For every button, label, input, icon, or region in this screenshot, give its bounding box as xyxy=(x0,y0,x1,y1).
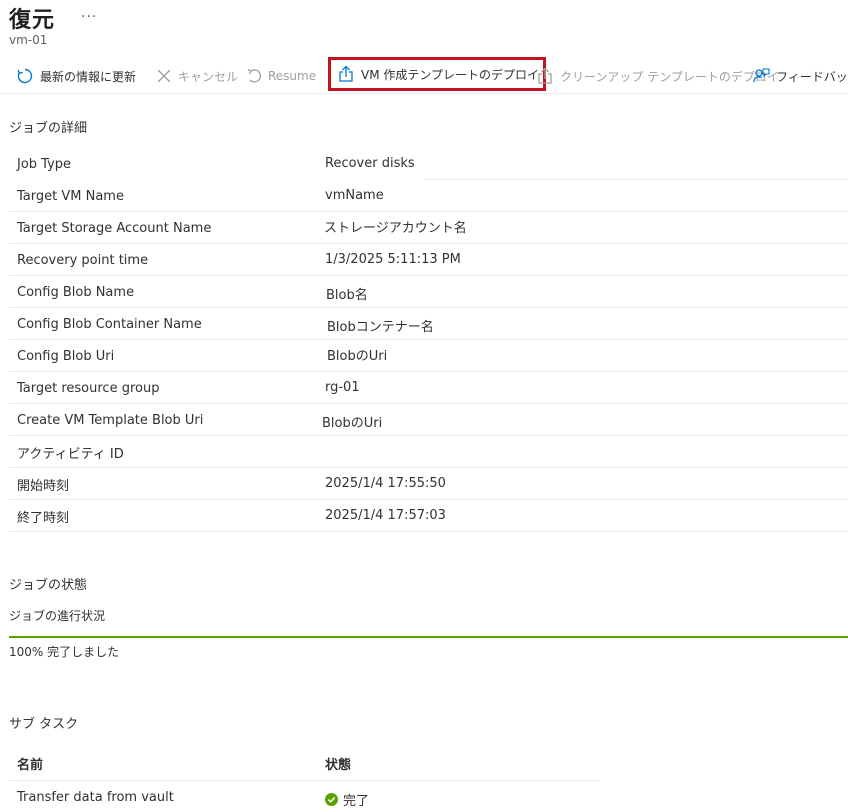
detail-value: vmName xyxy=(325,188,384,203)
deploy-clean-template-label: クリーンアップ テンプレートのデプロイ xyxy=(560,69,779,84)
row-divider xyxy=(9,339,848,340)
row-divider xyxy=(9,499,848,500)
feedback-label: フィードバック xyxy=(776,69,848,84)
sub-tasks-heading: サブ タスク xyxy=(9,717,79,732)
detail-key: 開始時刻 xyxy=(17,478,70,494)
row-divider xyxy=(9,403,848,404)
row-divider xyxy=(9,467,848,468)
detail-key: Target Storage Account Name xyxy=(17,220,212,236)
feedback-icon xyxy=(753,68,770,83)
job-progress-fill xyxy=(9,636,848,638)
cancel-label: キャンセル xyxy=(178,69,239,84)
page-subtitle: vm-01 xyxy=(9,33,48,47)
job-progress-label: ジョブの進行状況 xyxy=(9,609,106,623)
refresh-label: 最新の情報に更新 xyxy=(40,69,137,84)
detail-key: Target VM Name xyxy=(17,188,124,204)
row-divider xyxy=(9,371,848,372)
feedback-button[interactable]: フィードバック xyxy=(752,60,848,92)
row-divider xyxy=(424,179,848,180)
row-divider xyxy=(9,275,848,276)
row-divider xyxy=(9,243,848,244)
subtask-status: 完了 xyxy=(325,790,369,809)
deploy-clean-template-button[interactable]: クリーンアップ テンプレートのデプロイ xyxy=(536,60,779,92)
page-title: 復元 xyxy=(9,8,56,33)
row-divider xyxy=(9,211,848,212)
detail-value: 2025/1/4 17:57:03 xyxy=(325,508,446,523)
refresh-icon xyxy=(17,68,33,84)
job-status-heading: ジョブの状態 xyxy=(9,578,88,593)
close-icon xyxy=(157,69,171,83)
table-header-divider xyxy=(9,780,600,781)
detail-value: Recover disks xyxy=(325,156,415,171)
job-progress-text: 100% 完了しました xyxy=(9,645,120,659)
detail-key: Config Blob Container Name xyxy=(17,316,202,332)
detail-key: Target resource group xyxy=(17,380,160,396)
detail-value: 2025/1/4 17:55:50 xyxy=(325,476,446,491)
detail-key: 終了時刻 xyxy=(17,510,70,526)
cancel-button[interactable]: キャンセル xyxy=(156,60,238,92)
job-details-heading: ジョブの詳細 xyxy=(9,121,88,136)
success-check-icon xyxy=(325,793,338,806)
detail-key: Config Blob Name xyxy=(17,284,135,300)
column-header-status: 状態 xyxy=(325,758,352,773)
deploy-vm-template-button[interactable]: VM 作成テンプレートのデプロイ xyxy=(328,57,547,91)
column-header-name: 名前 xyxy=(17,758,44,773)
detail-value: BlobのUri xyxy=(327,349,388,364)
detail-key: Job Type xyxy=(17,156,72,172)
upload-icon xyxy=(339,65,353,82)
refresh-button[interactable]: 最新の情報に更新 xyxy=(16,60,136,92)
title-row: 復元 ··· xyxy=(9,2,97,34)
detail-key: Recovery point time xyxy=(17,252,149,268)
detail-value: rg-01 xyxy=(325,380,360,395)
detail-key: Config Blob Uri xyxy=(17,348,115,364)
row-divider xyxy=(9,307,848,308)
undo-icon xyxy=(247,68,262,83)
subtask-name: Transfer data from vault xyxy=(17,790,174,805)
detail-value: 1/3/2025 5:11:13 PM xyxy=(325,252,461,267)
deploy-vm-template-label: VM 作成テンプレートのデプロイ xyxy=(361,67,540,82)
resume-button[interactable]: Resume xyxy=(246,60,316,92)
subtask-status-text: 完了 xyxy=(343,794,370,809)
job-progress-bar xyxy=(9,636,848,638)
detail-value: Blob名 xyxy=(326,288,368,303)
row-divider xyxy=(9,435,848,436)
detail-key: Create VM Template Blob Uri xyxy=(17,412,204,428)
detail-value: Blobコンテナー名 xyxy=(327,320,434,335)
command-bar: 最新の情報に更新 キャンセル Resume VM 作成テンプレートのデプロイ ク… xyxy=(0,57,848,94)
detail-value: BlobのUri xyxy=(322,416,383,431)
resume-label: Resume xyxy=(268,69,317,83)
upload-icon xyxy=(538,67,552,84)
detail-key: アクティビティ ID xyxy=(17,446,124,462)
more-actions-button[interactable]: ··· xyxy=(81,9,97,25)
detail-value: ストレージアカウント名 xyxy=(324,221,467,236)
row-divider xyxy=(9,531,848,532)
